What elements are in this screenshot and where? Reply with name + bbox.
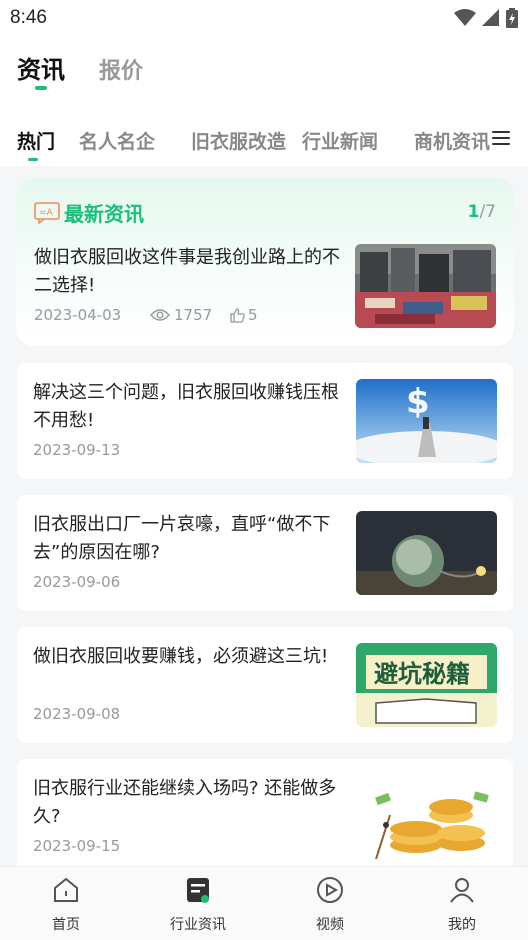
article-date: 2023-09-06	[33, 573, 121, 591]
featured-date: 2023-04-03	[34, 306, 122, 324]
nav-video[interactable]: 视频	[285, 875, 375, 934]
eye-icon	[150, 309, 170, 321]
category-business[interactable]: 商机资讯	[414, 127, 490, 154]
nav-home-label: 首页	[52, 917, 80, 933]
article-date: 2023-09-08	[33, 705, 121, 723]
bottom-nav: 首页 行业资讯 视频 我的	[0, 866, 528, 940]
featured-pager: 1/7	[468, 202, 496, 222]
tab-indicator	[35, 86, 47, 90]
article-title: 旧衣服出口厂一片哀嚎，直呼“做不下去”的原因在哪?	[33, 514, 331, 563]
featured-card[interactable]: =A 最新资讯 1/7 做旧衣服回收这件事是我创业路上的不二选择! 2023-0…	[16, 178, 514, 346]
svg-text:$: $	[406, 382, 430, 422]
article-date: 2023-09-13	[33, 441, 121, 459]
featured-section-title: 最新资讯	[64, 202, 144, 226]
status-time: 8:46	[10, 7, 47, 28]
featured-views: 1757	[150, 306, 230, 324]
pager-current: 1	[467, 202, 480, 222]
tab-news[interactable]: 资讯	[17, 50, 65, 85]
views-count: 1757	[174, 306, 213, 324]
nav-profile-label: 我的	[448, 917, 476, 933]
category-bar: 热门 名人名企 旧衣服改造 行业新闻 商机资讯	[0, 118, 528, 166]
nav-home[interactable]: 首页	[21, 875, 111, 934]
featured-meta: 2023-04-03 1757 5	[34, 306, 258, 324]
list-item[interactable]: 解决这三个问题，旧衣服回收赚钱压根不用愁! 2023-09-13 $	[17, 363, 513, 479]
nav-profile[interactable]: 我的	[417, 875, 507, 934]
thumbs-up-icon	[230, 307, 245, 323]
video-icon	[317, 877, 343, 903]
category-hot[interactable]: 热门	[17, 127, 55, 154]
category-celebrities[interactable]: 名人名企	[79, 127, 155, 154]
status-icons	[454, 8, 518, 28]
image-text: 避坑秘籍	[374, 660, 470, 688]
menu-icon[interactable]	[492, 131, 510, 147]
article-title: 解决这三个问题，旧衣服回收赚钱压根不用愁!	[33, 382, 339, 431]
category-indicator	[28, 158, 38, 161]
wifi-icon	[454, 9, 476, 26]
home-icon	[54, 877, 78, 902]
list-item[interactable]: 旧衣服出口厂一片哀嚎，直呼“做不下去”的原因在哪? 2023-09-06	[17, 495, 513, 611]
article-title: 做旧衣服回收要赚钱，必须避这三坑!	[33, 646, 329, 667]
article-title: 旧衣服行业还能继续入场吗? 还能做多久?	[33, 778, 337, 827]
article-thumbnail	[356, 511, 497, 595]
article-thumbnail: $	[356, 379, 497, 463]
tab-quotes[interactable]: 报价	[99, 53, 143, 85]
signal-icon	[482, 9, 499, 26]
nav-industry-news[interactable]: 行业资讯	[153, 875, 243, 934]
list-item[interactable]: 旧衣服行业还能继续入场吗? 还能做多久? 2023-09-15	[17, 759, 513, 875]
featured-title: 做旧衣服回收这件事是我创业路上的不二选择!	[34, 247, 340, 296]
nav-industry-news-label: 行业资讯	[170, 917, 226, 933]
profile-icon	[450, 878, 474, 903]
news-icon	[187, 878, 209, 903]
article-thumbnail: 避坑秘籍	[356, 643, 497, 727]
news-chat-icon: =A	[34, 201, 60, 224]
status-bar: 8:46	[0, 0, 528, 36]
header: 资讯 报价	[0, 36, 528, 118]
pager-total: /7	[479, 202, 496, 222]
article-date: 2023-09-15	[33, 837, 121, 855]
list-item[interactable]: 做旧衣服回收要赚钱，必须避这三坑! 2023-09-08 避坑秘籍	[17, 627, 513, 743]
nav-video-label: 视频	[316, 917, 344, 933]
likes-count: 5	[248, 306, 258, 324]
article-thumbnail	[356, 775, 497, 859]
featured-thumbnail	[355, 244, 496, 328]
category-clothes-remake[interactable]: 旧衣服改造	[191, 127, 286, 154]
category-industry-news[interactable]: 行业新闻	[302, 127, 378, 154]
svg-text:=A: =A	[39, 208, 54, 218]
featured-header: =A 最新资讯	[34, 198, 144, 227]
featured-likes: 5	[230, 306, 258, 324]
battery-icon	[506, 8, 518, 28]
